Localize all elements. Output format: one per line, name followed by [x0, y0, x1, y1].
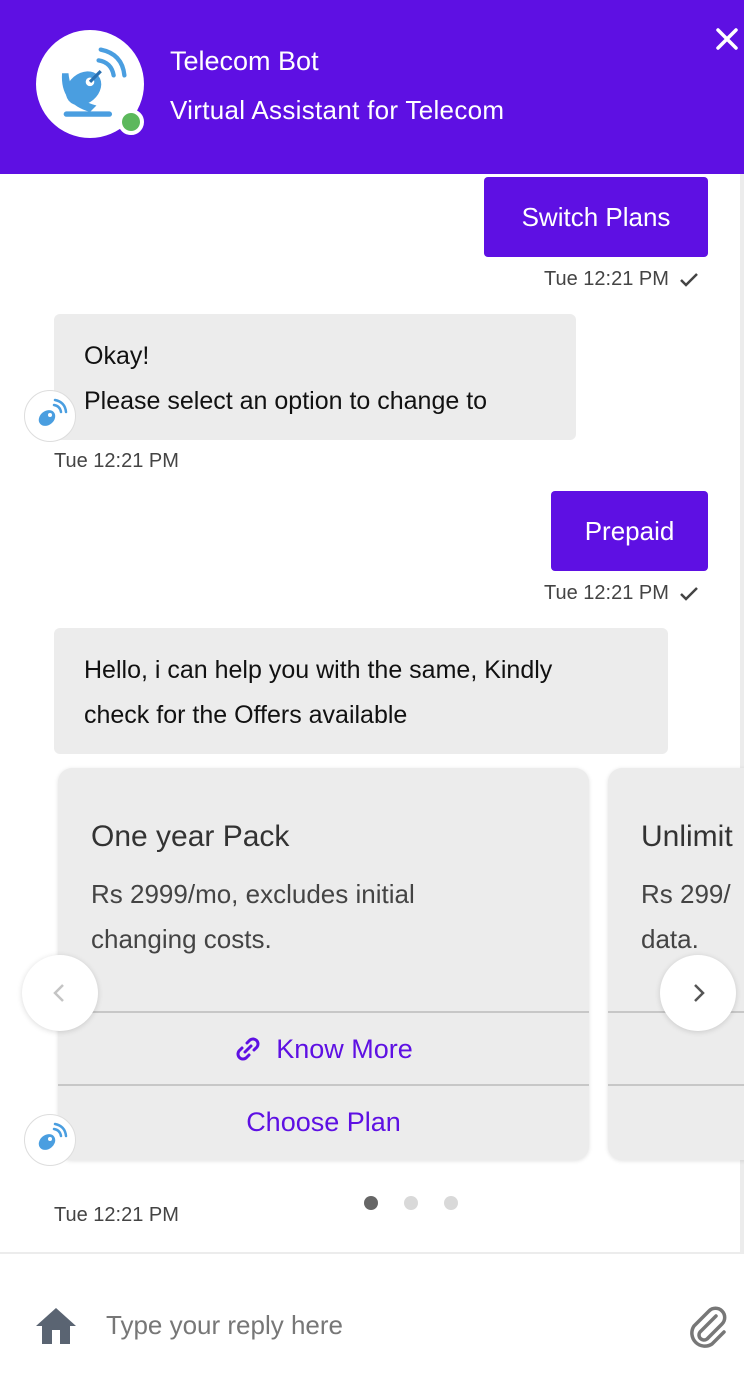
- bot-name: Telecom Bot: [170, 46, 319, 76]
- bot-avatar-small: [24, 1114, 76, 1166]
- card-divider: [608, 1084, 744, 1086]
- paperclip-icon[interactable]: [688, 1304, 728, 1348]
- choose-plan-label: Choose Plan: [246, 1106, 401, 1137]
- message-timestamp: Tue 12:21 PM: [544, 268, 699, 291]
- offer-card-title: Unlimit: [641, 820, 733, 853]
- carousel-dot[interactable]: [404, 1196, 418, 1210]
- bot-message-line: Please select an option to change to: [84, 387, 488, 415]
- message-timestamp: Tue 12:21 PM: [54, 1204, 179, 1226]
- carousel-dot[interactable]: [364, 1196, 378, 1210]
- composer: [0, 1252, 744, 1394]
- bot-avatar-small: [24, 390, 76, 442]
- carousel-next-button[interactable]: [660, 955, 736, 1031]
- know-more-label: Know More: [276, 1033, 413, 1064]
- offer-card-title: One year Pack: [91, 820, 290, 853]
- chevron-left-icon: [53, 984, 64, 1002]
- satellite-dish-icon: [38, 398, 68, 426]
- chevron-right-icon: [694, 984, 705, 1002]
- bot-subtitle: Virtual Assistant for Telecom: [170, 95, 505, 125]
- offer-card-description: Rs 2999/mo, excludes initial changing co…: [91, 872, 511, 962]
- carousel-pagination: [364, 1196, 458, 1210]
- offer-card-description-line: changing costs.: [91, 924, 272, 954]
- carousel-prev-button[interactable]: [22, 955, 98, 1031]
- home-icon[interactable]: [34, 1304, 78, 1348]
- message-timestamp: Tue 12:21 PM: [54, 450, 179, 472]
- timestamp-text: Tue 12:21 PM: [544, 268, 669, 290]
- checkmark-icon: [680, 272, 698, 287]
- know-more-button[interactable]: Know More: [58, 1013, 589, 1085]
- bot-message-bubble: Okay! Please select an option to change …: [54, 314, 576, 440]
- bot-message-bubble: Hello, i can help you with the same, Kin…: [54, 628, 668, 754]
- user-message-bubble: Switch Plans: [484, 177, 708, 257]
- bot-message-line: Okay!: [84, 342, 150, 370]
- close-icon[interactable]: [712, 24, 742, 54]
- online-status-indicator: [118, 109, 144, 135]
- choose-plan-button[interactable]: Choose Plan: [58, 1086, 589, 1158]
- chat-transcript[interactable]: Switch Plans Tue 12:21 PM Okay! Please s…: [0, 174, 744, 1252]
- reply-input[interactable]: [106, 1300, 666, 1350]
- chat-header: Telecom Bot Virtual Assistant for Teleco…: [0, 0, 744, 174]
- offer-card-description-line: Rs 299/: [641, 879, 731, 909]
- satellite-dish-icon: [38, 1122, 68, 1150]
- offer-card-description: Rs 299/ data.: [641, 872, 744, 962]
- message-timestamp: Tue 12:21 PM: [544, 582, 699, 605]
- bot-message-line: check for the Offers available: [84, 701, 408, 729]
- carousel-dot[interactable]: [444, 1196, 458, 1210]
- offer-card-description-line: Rs 2999/mo, excludes initial: [91, 879, 415, 909]
- offer-card: One year Pack Rs 2999/mo, excludes initi…: [58, 768, 589, 1160]
- checkmark-icon: [680, 586, 698, 601]
- user-message-bubble: Prepaid: [551, 491, 708, 571]
- link-icon: [236, 1037, 260, 1061]
- timestamp-text: Tue 12:21 PM: [544, 582, 669, 604]
- bot-message-line: Hello, i can help you with the same, Kin…: [84, 656, 553, 684]
